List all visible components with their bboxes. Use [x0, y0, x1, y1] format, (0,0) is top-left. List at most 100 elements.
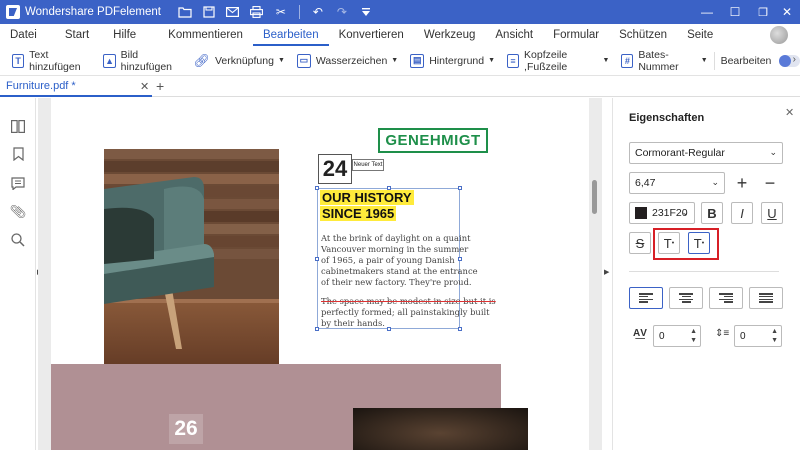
- align-right-button[interactable]: [709, 287, 743, 309]
- attachment-icon[interactable]: 📎︎: [10, 204, 27, 220]
- watermark-button[interactable]: ▭ Wasserzeichen ▼: [291, 46, 404, 76]
- page-number-text-bottom[interactable]: 26: [169, 414, 203, 444]
- menu-schuetzen[interactable]: Schützen: [609, 24, 677, 46]
- add-text-button[interactable]: T Text hinzufügen: [6, 46, 97, 76]
- chevron-down-icon: ▼: [488, 57, 496, 64]
- new-text-box[interactable]: Neuer Text: [352, 159, 384, 171]
- link-icon: 🔗︎: [193, 52, 210, 68]
- image-icon: ▲: [103, 53, 116, 68]
- resize-handle[interactable]: [315, 186, 319, 190]
- save-icon[interactable]: [197, 0, 221, 24]
- close-tab-icon[interactable]: ✕: [140, 80, 149, 93]
- body-text-line[interactable]: At the brink of daylight on a quaint: [321, 233, 470, 243]
- bold-button[interactable]: B: [701, 202, 723, 224]
- restore-icon[interactable]: ❐: [750, 0, 776, 24]
- menu-ansicht[interactable]: Ansicht: [485, 24, 543, 46]
- resize-handle[interactable]: [458, 186, 462, 190]
- stepper-arrows-icon[interactable]: ▲ ▼: [771, 327, 778, 345]
- close-panel-icon[interactable]: ✕: [785, 106, 794, 119]
- approved-stamp[interactable]: GENEHMIGT: [378, 128, 488, 153]
- quick-access-dropdown-icon[interactable]: [354, 0, 378, 24]
- background-button[interactable]: ▤ Hintergrund ▼: [404, 46, 501, 76]
- dark-photo[interactable]: [353, 408, 528, 450]
- menu-hilfe[interactable]: Hilfe: [103, 24, 146, 46]
- bates-number-button[interactable]: # Bates-Nummer ▼: [615, 46, 713, 76]
- add-image-button[interactable]: ▲ Bild hinzufügen: [97, 46, 187, 76]
- document-canvas[interactable]: GENEHMIGT 24 Neuer Text OUR HISTORY SINC…: [38, 98, 602, 450]
- font-size-select[interactable]: 6,47 ⌄: [629, 172, 725, 194]
- avatar[interactable]: [770, 26, 788, 44]
- header-footer-button[interactable]: ≡ Kopfzeile ,Fußzeile ▼: [501, 46, 615, 76]
- background-icon: ▤: [410, 53, 425, 68]
- headline-line-2[interactable]: SINCE 1965: [320, 206, 397, 221]
- resize-handle[interactable]: [315, 257, 319, 261]
- minimize-icon[interactable]: —: [694, 0, 720, 24]
- email-icon[interactable]: [221, 0, 245, 24]
- edit-toggle[interactable]: [779, 54, 800, 67]
- menu-seite[interactable]: Seite: [677, 24, 723, 46]
- increase-font-size-button[interactable]: +: [731, 172, 753, 194]
- align-left-button[interactable]: [629, 287, 663, 309]
- resize-handle[interactable]: [387, 327, 391, 331]
- body-text-line[interactable]: by their hands.: [321, 318, 385, 328]
- undo-icon[interactable]: ↶: [306, 0, 330, 24]
- print-icon[interactable]: [245, 0, 269, 24]
- scissors-icon[interactable]: ✂: [269, 0, 293, 24]
- pdf-page[interactable]: GENEHMIGT 24 Neuer Text OUR HISTORY SINC…: [51, 98, 589, 450]
- stepper-arrows-icon[interactable]: ▲ ▼: [690, 327, 697, 345]
- font-color-select[interactable]: 231F20 ⌄: [629, 202, 695, 224]
- body-text-line[interactable]: cabinetmakers stand at the entrance: [321, 266, 478, 276]
- chevron-down-icon: ⌄: [681, 207, 689, 217]
- tab-label: Furniture.pdf *: [6, 80, 76, 92]
- vertical-scrollbar[interactable]: [592, 180, 597, 214]
- italic-button[interactable]: I: [731, 202, 753, 224]
- justify-icon: [759, 293, 773, 303]
- search-icon[interactable]: [10, 232, 26, 248]
- resize-handle[interactable]: [458, 257, 462, 261]
- character-spacing-icon: A͟V: [633, 328, 647, 339]
- headline-line-1[interactable]: OUR HISTORY: [320, 190, 414, 205]
- menu-bearbeiten[interactable]: Bearbeiten: [252, 24, 329, 46]
- add-image-label: Bild hinzufügen: [120, 48, 173, 73]
- thumbnails-icon[interactable]: [10, 118, 26, 134]
- align-center-button[interactable]: [669, 287, 703, 309]
- highlight-annotation-box: [653, 228, 719, 260]
- app-title: Wondershare PDFelement: [25, 6, 161, 18]
- underline-button[interactable]: U: [761, 202, 783, 224]
- menu-datei[interactable]: Datei: [0, 24, 47, 46]
- close-window-icon[interactable]: ✕: [774, 0, 800, 24]
- bookmark-icon[interactable]: [10, 146, 26, 162]
- open-folder-icon[interactable]: [173, 0, 197, 24]
- maximize-icon[interactable]: ☐: [722, 0, 748, 24]
- add-tab-icon[interactable]: +: [156, 78, 164, 94]
- justify-button[interactable]: [749, 287, 783, 309]
- sofa-photo[interactable]: [104, 149, 279, 386]
- body-text-line[interactable]: of their new factory. They're proud.: [321, 277, 472, 287]
- body-text-line[interactable]: of 1965, a pair of young Danish: [321, 255, 455, 265]
- comment-icon[interactable]: [10, 175, 26, 191]
- body-text-line[interactable]: perfectly formed; all painstakingly buil…: [321, 307, 490, 317]
- link-button[interactable]: 🔗︎ Verknüpfung ▼: [187, 46, 290, 76]
- menu-kommentieren[interactable]: Kommentieren: [158, 24, 253, 46]
- strikethrough-text-line[interactable]: The space may be modest in size but it i…: [321, 296, 496, 306]
- toggle-knob: [779, 54, 792, 67]
- resize-handle[interactable]: [458, 327, 462, 331]
- body-text-line[interactable]: Vancouver morning in the summer: [321, 244, 468, 254]
- decrease-font-size-button[interactable]: −: [759, 172, 781, 194]
- redo-icon[interactable]: ↷: [330, 0, 354, 24]
- line-spacing-input[interactable]: 0 ▲ ▼: [734, 325, 782, 347]
- app-logo-icon: [6, 5, 20, 19]
- menu-werkzeug[interactable]: Werkzeug: [414, 24, 486, 46]
- chevron-right-icon[interactable]: ›: [793, 54, 796, 65]
- resize-handle[interactable]: [315, 327, 319, 331]
- character-spacing-input[interactable]: 0 ▲ ▼: [653, 325, 701, 347]
- expand-right-panel-icon[interactable]: ▶: [604, 268, 609, 276]
- menu-formular[interactable]: Formular: [543, 24, 609, 46]
- menu-start[interactable]: Start: [55, 24, 99, 46]
- tab-furniture-pdf[interactable]: Furniture.pdf *: [0, 77, 152, 97]
- page-number-text[interactable]: 24: [318, 154, 352, 184]
- menu-konvertieren[interactable]: Konvertieren: [329, 24, 414, 46]
- font-family-select[interactable]: Cormorant-Regular ⌄: [629, 142, 783, 164]
- properties-panel: Eigenschaften ✕ Cormorant-Regular ⌄ 6,47…: [612, 98, 800, 450]
- strikethrough-button[interactable]: S: [629, 232, 651, 254]
